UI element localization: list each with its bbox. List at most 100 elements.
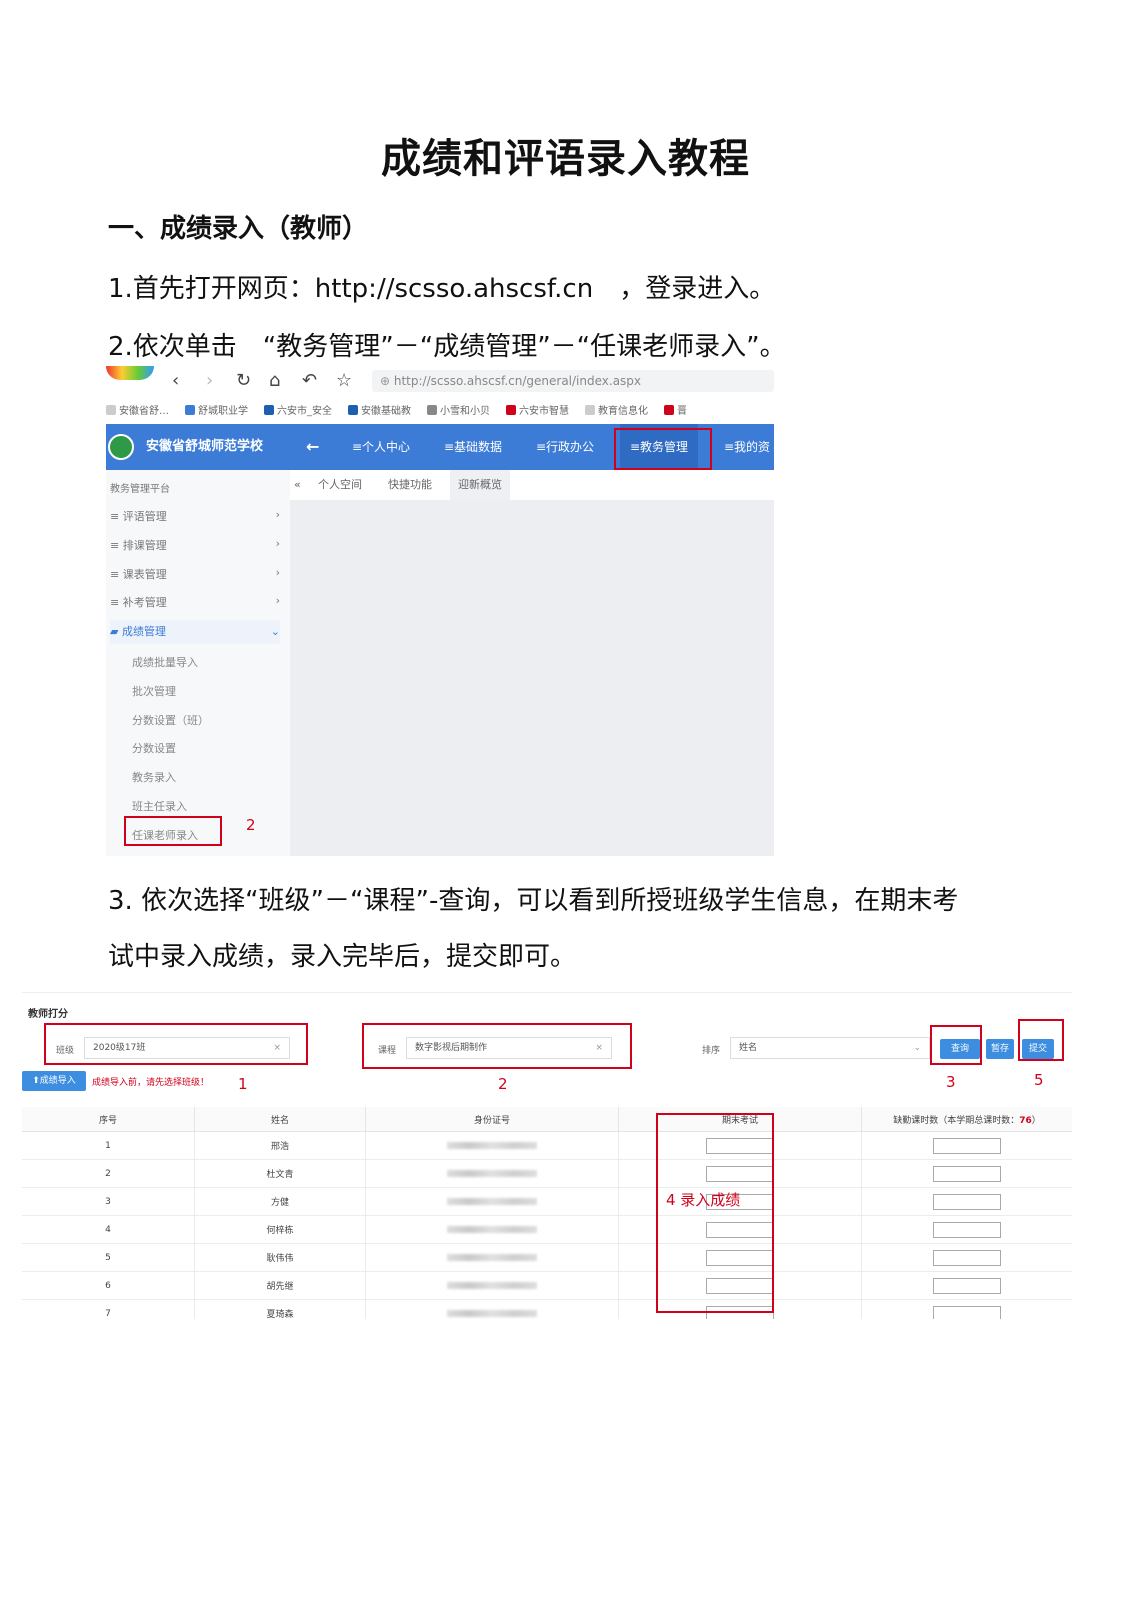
cell-id-number [365, 1243, 619, 1272]
bookmark-item[interactable]: 晋 [664, 402, 687, 417]
cell-name: 邢浩 [194, 1131, 366, 1160]
import-hint: 成绩导入前，请先选择班级！ [92, 1078, 210, 1088]
sidebar-item-comments[interactable]: ≡ 评语管理 › [110, 508, 280, 524]
redacted-id [447, 1253, 537, 1261]
sort-select[interactable]: 姓名 ⌄ [730, 1037, 930, 1059]
tab-enrollment-overview[interactable]: 迎新概览 [450, 470, 510, 500]
sidebar-sub-batch-management[interactable]: 批次管理 [132, 683, 176, 699]
absence-input[interactable] [933, 1277, 1001, 1294]
grade-import-button[interactable]: ⬆成绩导入 [22, 1071, 86, 1091]
cell-seq: 6 [22, 1271, 195, 1300]
home-icon[interactable]: ⌂ [269, 370, 280, 391]
sidebar-sub-score-setting[interactable]: 分数设置 [132, 740, 176, 756]
sidebar-item-grade-management[interactable]: ▰ 成绩管理 ⌄ [110, 620, 280, 644]
cell-name: 胡先继 [194, 1271, 366, 1300]
star-icon[interactable]: ☆ [336, 370, 352, 391]
menu-my-data[interactable]: ≡我的资 [724, 424, 770, 470]
upload-icon: ⬆ [32, 1076, 40, 1086]
col-seq: 序号 [22, 1107, 195, 1132]
cell-seq: 5 [22, 1243, 195, 1272]
cell-name: 杜文青 [194, 1159, 366, 1188]
sidebar-header: 教务管理平台 [110, 484, 170, 495]
bookmark-item[interactable]: 安徽省舒… [106, 402, 169, 417]
table-row: 3 方健 [22, 1187, 1072, 1216]
tab-personal-space[interactable]: 个人空间 [318, 470, 362, 500]
table-row: 6 胡先继 [22, 1271, 1072, 1300]
absence-input[interactable] [933, 1221, 1001, 1238]
school-name: 安徽省舒城师范学校 [146, 439, 264, 454]
cell-absence [861, 1299, 1072, 1319]
col-absence: 缺勤课时数（本学期总课时数：76） [861, 1107, 1072, 1132]
sidebar-item-label: ≡ 排课管理 [110, 539, 167, 552]
sidebar-item-makeup-exam[interactable]: ≡ 补考管理 › [110, 594, 280, 610]
absence-input[interactable] [933, 1249, 1001, 1266]
bookmark-item[interactable]: 舒城职业学 [185, 402, 248, 417]
bookmark-icon [106, 405, 116, 415]
chevron-right-icon: › [275, 508, 280, 521]
screenshot-app-navigation: ‹ › ↻ ⌂ ↶ ☆ ⊕ http://scsso.ahscsf.cn/gen… [106, 366, 774, 856]
sidebar-item-timetable[interactable]: ≡ 课表管理 › [110, 566, 280, 582]
cell-id-number [365, 1271, 619, 1300]
sidebar-sub-batch-import[interactable]: 成绩批量导入 [132, 654, 198, 670]
save-draft-button[interactable]: 暂存 [986, 1039, 1014, 1059]
annotation-box-course [362, 1023, 632, 1069]
cell-seq: 7 [22, 1299, 195, 1319]
cell-seq: 4 [22, 1215, 195, 1244]
tabs-collapse-icon[interactable]: « [294, 470, 301, 500]
tabs-bar: « 个人空间 快捷功能 迎新概览 [290, 470, 774, 500]
sidebar-sub-score-setting-class[interactable]: 分数设置（班） [132, 712, 209, 728]
annotation-number-1: 1 [238, 1075, 248, 1093]
absence-input[interactable] [933, 1193, 1001, 1210]
sidebar-sub-academic-entry[interactable]: 教务录入 [132, 769, 176, 785]
chevron-right-icon: › [275, 537, 280, 550]
bookmark-item[interactable]: 六安市智慧 [506, 402, 569, 417]
cell-id-number [365, 1299, 619, 1319]
bookmark-item[interactable]: 小雪和小贝 [427, 402, 490, 417]
bookmark-label: 六安市智慧 [519, 406, 569, 417]
redacted-id [447, 1281, 537, 1289]
absence-total: 76 [1019, 1115, 1032, 1126]
annotation-number-5: 5 [1034, 1071, 1044, 1089]
menu-basic-data[interactable]: ≡基础数据 [444, 424, 502, 470]
absence-input[interactable] [933, 1137, 1001, 1154]
sidebar-item-scheduling[interactable]: ≡ 排课管理 › [110, 537, 280, 553]
bookmark-item[interactable]: 安徽基础教 [348, 402, 411, 417]
bookmark-label: 安徽基础教 [361, 406, 411, 417]
screenshot-grade-entry: 教师打分 班级 2020级17班 × 1 课程 数字影视后期制作 × 2 排序 姓名… [22, 992, 1072, 1319]
step-2-text: 2.依次单击 “教务管理”－“成绩管理”－“任课老师录入”。 [108, 332, 786, 362]
forward-icon[interactable]: › [206, 370, 213, 391]
absence-input[interactable] [933, 1165, 1001, 1182]
sidebar-item-label: ≡ 评语管理 [110, 510, 167, 523]
cell-name: 方健 [194, 1187, 366, 1216]
annotation-number-2: 2 [246, 816, 256, 834]
step-1-text: 1.首先打开网页：http://scsso.ahscsf.cn ，登录进入。 [108, 274, 776, 304]
bookmark-item[interactable]: 教育信息化 [585, 402, 648, 417]
menu-personal-center[interactable]: ≡个人中心 [352, 424, 410, 470]
absence-input[interactable] [933, 1305, 1001, 1319]
bookmark-label: 教育信息化 [598, 406, 648, 417]
step-3-text-line2: 试中录入成绩，录入完毕后，提交即可。 [108, 942, 577, 972]
annotation-number-4: 4 录入成绩 [666, 1191, 741, 1209]
sidebar-sub-headteacher-entry[interactable]: 班主任录入 [132, 798, 187, 814]
bookmark-icon [427, 405, 437, 415]
menu-administration[interactable]: ≡行政办公 [536, 424, 594, 470]
chevron-right-icon: › [275, 594, 280, 607]
reload-icon[interactable]: ↻ [236, 370, 251, 391]
absence-col-suffix: ） [1031, 1115, 1041, 1126]
bookmark-item[interactable]: 六安市_安全 [264, 402, 332, 417]
browser-logo-icon [106, 366, 154, 380]
col-id-number: 身份证号 [365, 1107, 619, 1132]
address-bar[interactable]: ⊕ http://scsso.ahscsf.cn/general/index.a… [372, 370, 774, 392]
form-title: 教师打分 [28, 1009, 68, 1020]
cell-id-number [365, 1131, 619, 1160]
tab-quick-functions[interactable]: 快捷功能 [388, 470, 432, 500]
cell-seq: 3 [22, 1187, 195, 1216]
cell-absence [861, 1215, 1072, 1244]
annotation-box-2 [124, 816, 222, 846]
back-icon[interactable]: ‹ [172, 370, 179, 391]
bookmark-icon [585, 405, 595, 415]
arrow-left-icon[interactable]: ← [306, 424, 319, 470]
undo-icon[interactable]: ↶ [302, 370, 317, 391]
cell-seq: 2 [22, 1159, 195, 1188]
book-icon: ▰ [110, 625, 122, 638]
